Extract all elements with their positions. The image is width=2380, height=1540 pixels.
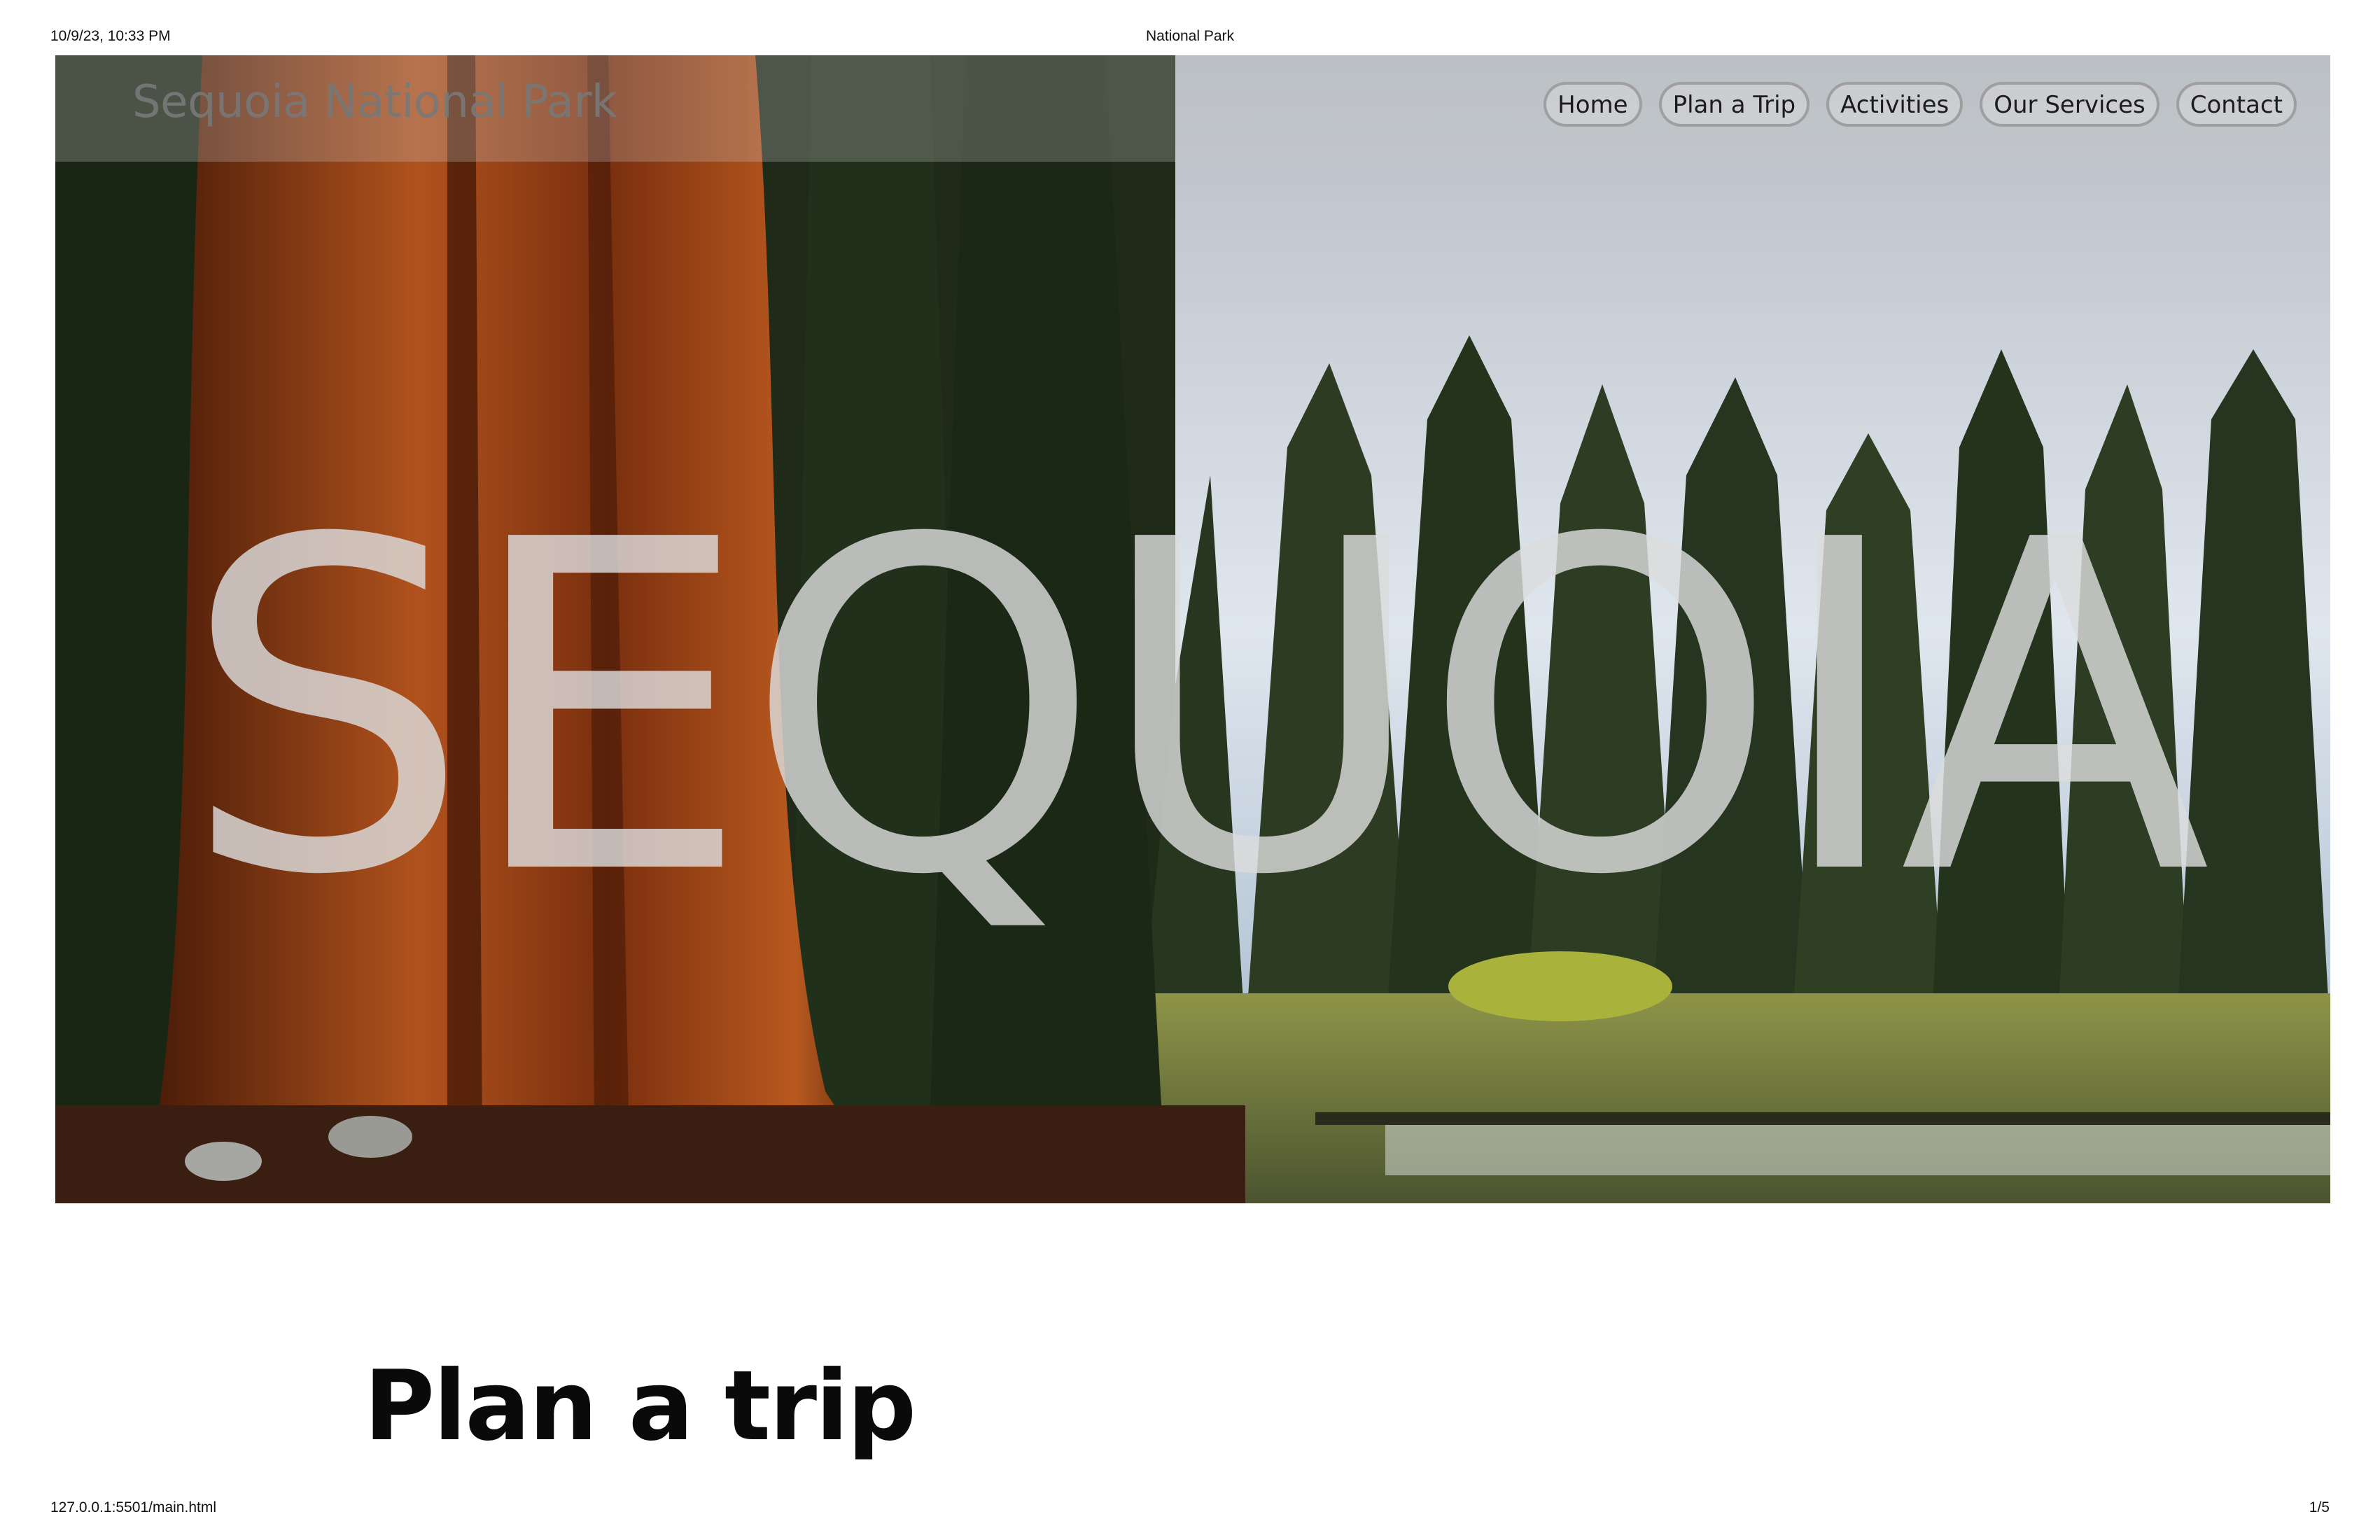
print-url: 127.0.0.1:5501/main.html xyxy=(50,1499,216,1516)
hero-title: SEQUOIA xyxy=(181,445,2211,974)
nav-plan-trip-button[interactable]: Plan a Trip xyxy=(1658,82,1810,127)
nav-home-button[interactable]: Home xyxy=(1544,82,1642,127)
top-navbar: Sequoia National Park Home Plan a Trip A… xyxy=(55,55,2330,162)
nav-our-services-button[interactable]: Our Services xyxy=(1980,82,2160,127)
site-brand[interactable]: Sequoia National Park xyxy=(132,76,617,128)
print-page-title: National Park xyxy=(1145,28,1235,44)
hero-banner: Sequoia National Park Home Plan a Trip A… xyxy=(55,55,2330,1203)
plan-trip-heading: Plan a trip xyxy=(364,1350,916,1462)
nav-contact-button[interactable]: Contact xyxy=(2176,82,2297,127)
nav-activities-button[interactable]: Activities xyxy=(1826,82,1963,127)
print-page-number: 1/5 xyxy=(2309,1499,2330,1516)
nav-links: Home Plan a Trip Activities Our Services… xyxy=(1544,82,2297,127)
